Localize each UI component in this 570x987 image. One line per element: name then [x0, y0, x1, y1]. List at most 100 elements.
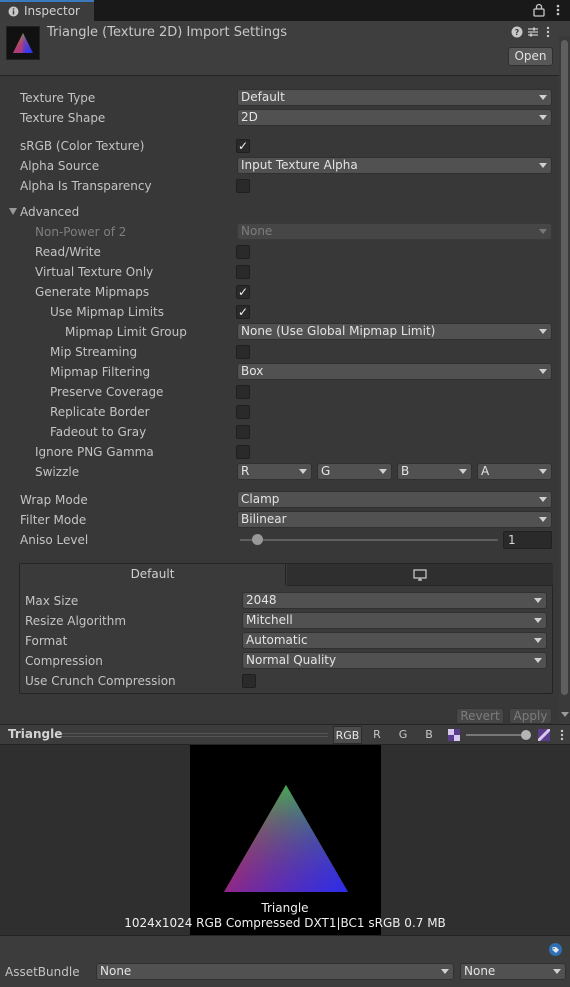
- mipmap-filtering-label: Mipmap Filtering: [50, 365, 151, 379]
- chevron-down-icon: [534, 598, 542, 603]
- format-label: Format: [25, 634, 68, 648]
- preset-icon[interactable]: [527, 26, 539, 38]
- use-mipmap-limits-label: Use Mipmap Limits: [50, 305, 165, 319]
- compression-label: Compression: [25, 654, 103, 668]
- alpha-channel-icon[interactable]: [448, 729, 460, 741]
- chevron-down-icon: [539, 115, 547, 120]
- mipmap-filtering-dropdown[interactable]: Box: [237, 363, 552, 380]
- mip-streaming-checkbox[interactable]: [236, 345, 250, 359]
- compression-dropdown[interactable]: Normal Quality: [242, 652, 547, 669]
- chevron-down-icon: [539, 329, 547, 334]
- max-size-value: 2048: [246, 593, 277, 607]
- fadeout-to-gray-label: Fadeout to Gray: [50, 425, 147, 439]
- info-icon: [8, 6, 19, 17]
- virtual-texture-only-label: Virtual Texture Only: [35, 265, 154, 279]
- tag-icon[interactable]: [549, 943, 562, 956]
- fadeout-to-gray-checkbox[interactable]: [236, 425, 250, 439]
- chevron-down-icon: [379, 469, 387, 474]
- advanced-foldout[interactable]: Advanced: [20, 205, 79, 219]
- ignore-png-gamma-checkbox[interactable]: [236, 445, 250, 459]
- alpha-source-dropdown[interactable]: Input Texture Alpha: [237, 157, 552, 174]
- more-options-icon[interactable]: [544, 26, 552, 38]
- foldout-arrow-icon[interactable]: [9, 208, 17, 215]
- preview-toolbar: Triangle RGB R G B: [0, 724, 570, 745]
- generate-mipmaps-label: Generate Mipmaps: [35, 285, 150, 299]
- generate-mipmaps-checkbox[interactable]: ✓: [236, 285, 250, 299]
- aniso-level-field[interactable]: 1: [503, 531, 552, 549]
- texture-shape-dropdown[interactable]: 2D: [237, 109, 552, 126]
- preview-texture-info: 1024x1024 RGB Compressed DXT1|BC1 sRGB 0…: [124, 916, 446, 930]
- alpha-source-value: Input Texture Alpha: [241, 158, 358, 172]
- swizzle-b-dropdown[interactable]: B: [397, 463, 472, 480]
- texture-shape-label: Texture Shape: [20, 111, 106, 125]
- swizzle-g-dropdown[interactable]: G: [317, 463, 392, 480]
- texture-thumbnail: [6, 26, 40, 60]
- tab-inspector[interactable]: Inspector: [0, 0, 94, 21]
- channel-rgb-button[interactable]: RGB: [333, 726, 362, 744]
- mipmap-limit-group-dropdown[interactable]: None (Use Global Mipmap Limit): [237, 323, 552, 340]
- mipmap-limit-group-value: None (Use Global Mipmap Limit): [241, 324, 436, 338]
- chevron-down-icon: [534, 658, 542, 663]
- filter-mode-dropdown[interactable]: Bilinear: [237, 511, 552, 528]
- more-options-icon[interactable]: [558, 728, 566, 742]
- apply-button[interactable]: Apply: [509, 708, 552, 724]
- scroll-down-icon[interactable]: [561, 712, 569, 717]
- tab-standalone-platform[interactable]: [287, 564, 553, 586]
- channel-g-button[interactable]: G: [390, 726, 416, 744]
- replicate-border-checkbox[interactable]: [236, 405, 250, 419]
- channel-r-button[interactable]: R: [364, 726, 390, 744]
- inspector-header: Triangle (Texture 2D) Import Settings ? …: [0, 21, 570, 76]
- ignore-png-gamma-label: Ignore PNG Gamma: [35, 445, 154, 459]
- checkmark-icon: ✓: [238, 285, 249, 299]
- drag-handle[interactable]: [62, 733, 328, 737]
- chevron-down-icon: [539, 469, 547, 474]
- revert-button[interactable]: Revert: [456, 708, 504, 724]
- max-size-dropdown[interactable]: 2048: [242, 592, 547, 609]
- mip-icon[interactable]: [538, 729, 550, 741]
- chevron-down-icon: [539, 517, 547, 522]
- texture-type-dropdown[interactable]: Default: [237, 89, 552, 106]
- mipmap-limit-group-label: Mipmap Limit Group: [65, 325, 187, 339]
- filter-mode-label: Filter Mode: [20, 513, 87, 527]
- wrap-mode-label: Wrap Mode: [20, 493, 88, 507]
- mip-level-slider-thumb[interactable]: [521, 730, 531, 740]
- wrap-mode-value: Clamp: [241, 492, 280, 506]
- assetbundle-name-dropdown[interactable]: None: [96, 963, 454, 980]
- swizzle-r-dropdown[interactable]: R: [237, 463, 312, 480]
- aniso-level-slider-thumb[interactable]: [252, 534, 263, 545]
- use-crunch-checkbox[interactable]: [242, 674, 256, 688]
- preserve-coverage-checkbox[interactable]: [236, 385, 250, 399]
- alpha-is-transparency-label: Alpha Is Transparency: [20, 179, 152, 193]
- preview-title: Triangle: [8, 727, 63, 741]
- channel-b-button[interactable]: B: [416, 726, 442, 744]
- aniso-level-slider[interactable]: [240, 539, 498, 541]
- tab-default-platform[interactable]: Default: [20, 564, 286, 586]
- help-icon[interactable]: ?: [511, 26, 523, 38]
- compression-value: Normal Quality: [246, 653, 337, 667]
- mipmap-filtering-value: Box: [241, 364, 264, 378]
- assetbundle-footer: AssetBundle None None: [0, 935, 570, 987]
- read-write-checkbox[interactable]: [236, 245, 250, 259]
- scrollbar-thumb[interactable]: [561, 40, 568, 695]
- wrap-mode-dropdown[interactable]: Clamp: [237, 491, 552, 508]
- alpha-is-transparency-checkbox[interactable]: [236, 179, 250, 193]
- chevron-down-icon: [534, 618, 542, 623]
- open-button[interactable]: Open: [508, 47, 553, 66]
- assetbundle-variant-dropdown[interactable]: None: [460, 963, 566, 980]
- mip-level-slider[interactable]: [466, 734, 528, 736]
- checkmark-icon: ✓: [238, 305, 249, 319]
- mip-streaming-label: Mip Streaming: [50, 345, 138, 359]
- use-mipmap-limits-checkbox[interactable]: ✓: [236, 305, 250, 319]
- srgb-checkbox[interactable]: ✓: [236, 139, 250, 153]
- lock-icon[interactable]: [533, 3, 545, 17]
- preview-texture-name: Triangle: [261, 901, 309, 915]
- more-options-icon[interactable]: [554, 3, 562, 17]
- chevron-down-icon: [459, 469, 467, 474]
- virtual-texture-only-checkbox[interactable]: [236, 265, 250, 279]
- swizzle-b-value: B: [401, 464, 410, 478]
- resize-algorithm-dropdown[interactable]: Mitchell: [242, 612, 547, 629]
- swizzle-a-dropdown[interactable]: A: [477, 463, 552, 480]
- tab-bar: Inspector: [0, 0, 570, 21]
- format-dropdown[interactable]: Automatic: [242, 632, 547, 649]
- chevron-down-icon: [553, 969, 561, 974]
